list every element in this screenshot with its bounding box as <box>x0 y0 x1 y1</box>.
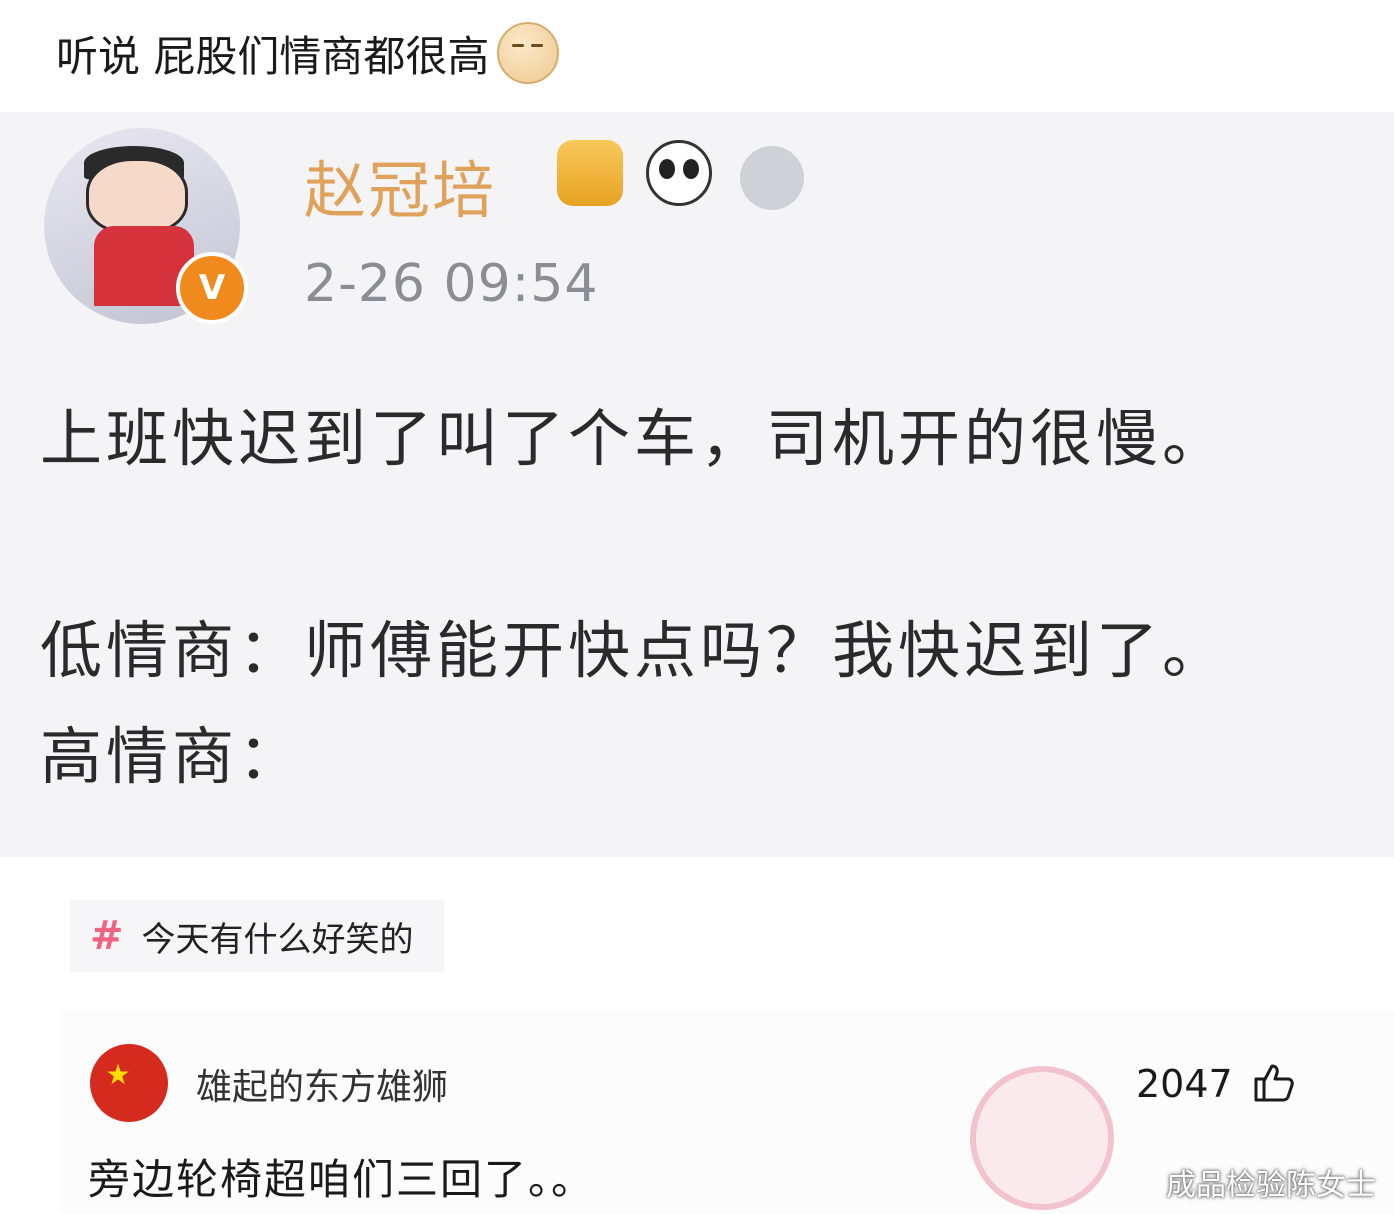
comment-author[interactable]: 雄起的东方雄狮 <box>196 1058 448 1110</box>
watermark: 成品检验陈女士 <box>1166 1168 1376 1203</box>
post-line-1: 上班快迟到了叫了个车，司机开的很慢。 <box>40 402 1229 475</box>
comment-avatar-flag-icon[interactable]: ★ <box>90 1044 168 1122</box>
post-line-3: 高情商： <box>40 720 305 793</box>
caption-text: 听说 屁股们情商都很高 <box>56 31 490 81</box>
panda-badge-icon <box>646 140 712 206</box>
avatar-face <box>86 158 188 234</box>
topic-tag[interactable]: # 今天有什么好笑的 <box>70 900 444 972</box>
comment-text: 旁边轮椅超咱们三回了。。 <box>88 1155 596 1204</box>
hash-icon: # <box>90 913 124 959</box>
medal-badge-icon <box>740 146 804 210</box>
crown-badge-icon <box>557 140 623 206</box>
stamp-icon <box>970 1066 1114 1210</box>
smirk-face-icon <box>497 22 560 84</box>
like-count: 2047 <box>1136 1062 1233 1106</box>
post-timestamp: 2-26 09:54 <box>304 254 599 314</box>
topic-label: 今天有什么好笑的 <box>141 919 414 960</box>
caption: 听说 屁股们情商都很高 <box>56 18 560 88</box>
post-username[interactable]: 赵冠培 <box>304 140 496 230</box>
post-line-2: 低情商：师傅能开快点吗？我快迟到了。 <box>40 614 1229 687</box>
thumbs-up-icon[interactable] <box>1252 1062 1294 1102</box>
verified-badge-icon: V <box>176 252 248 324</box>
